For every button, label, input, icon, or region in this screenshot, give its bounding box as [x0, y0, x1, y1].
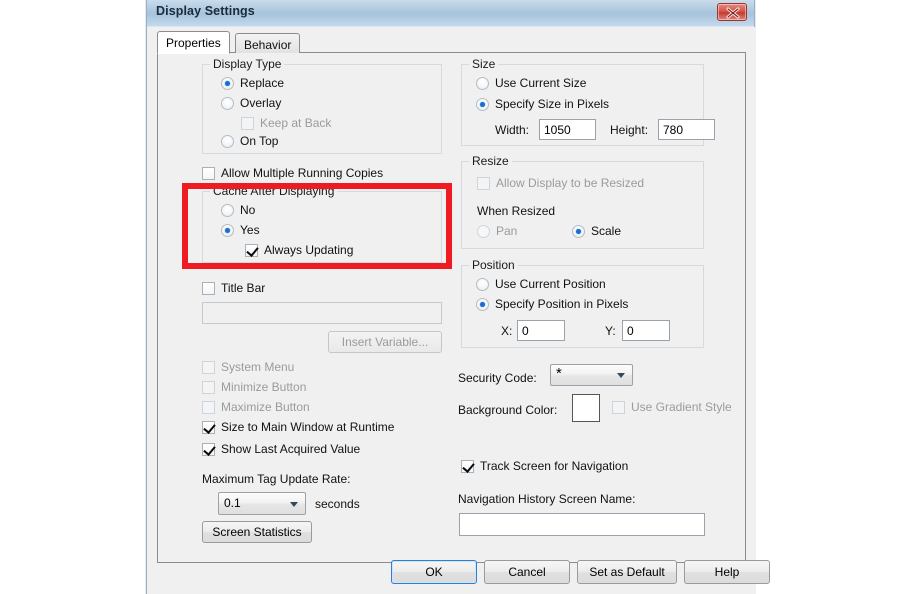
tab-properties[interactable]: Properties [157, 31, 230, 54]
close-icon[interactable] [717, 3, 747, 21]
label-security-code: Security Code: [458, 371, 537, 385]
y-input[interactable]: 0 [622, 320, 670, 341]
label-specify-size-in-pixels: Specify Size in Pixels [495, 97, 610, 111]
label-title-bar: Title Bar [221, 281, 266, 295]
label-allow-display-to-be-resized: Allow Display to be Resized [496, 176, 645, 190]
radio-replace[interactable] [221, 77, 234, 90]
label-allow-multiple-running-copies: Allow Multiple Running Copies [221, 166, 384, 180]
label-width: Width: [495, 123, 530, 137]
label-cache-no: No [240, 203, 256, 217]
checkbox-track-screen-for-navigation[interactable] [461, 460, 474, 473]
height-input[interactable]: 780 [658, 119, 715, 140]
ok-button[interactable]: OK [391, 560, 477, 584]
display-settings-dialog: Display Settings Properties Behavior Dis… [146, 0, 770, 594]
cache-after-displaying-legend: Cache After Displaying [210, 184, 338, 198]
navigation-history-screen-name-input[interactable] [459, 513, 705, 536]
radio-on-top[interactable] [221, 135, 234, 148]
label-background-color: Background Color: [458, 403, 558, 417]
label-max-tag-update-rate: Maximum Tag Update Rate: [202, 472, 351, 486]
checkbox-show-last-acquired-value[interactable] [202, 443, 215, 456]
radio-specify-position-in-pixels[interactable] [476, 298, 489, 311]
size-legend: Size [469, 57, 499, 71]
checkbox-minimize-button[interactable] [202, 381, 215, 394]
radio-specify-size-in-pixels[interactable] [476, 98, 489, 111]
label-x: X: [501, 324, 513, 338]
tabstrip: Properties Behavior [157, 31, 746, 54]
radio-cache-yes[interactable] [221, 224, 234, 237]
label-track-screen-for-navigation: Track Screen for Navigation [480, 459, 629, 473]
close-x-glyph [726, 7, 740, 19]
chevron-down-icon [617, 373, 625, 378]
label-system-menu: System Menu [221, 360, 295, 374]
screen-statistics-button[interactable]: Screen Statistics [202, 521, 312, 543]
position-legend: Position [469, 258, 518, 272]
display-type-group: Display Type Replace Overlay Keep at Bac… [202, 57, 442, 154]
display-type-legend: Display Type [210, 57, 285, 71]
checkbox-title-bar[interactable] [202, 282, 215, 295]
label-maximize-button: Maximize Button [221, 400, 310, 414]
label-specify-position-in-pixels: Specify Position in Pixels [495, 297, 629, 311]
dialog-body: Properties Behavior Display Type Replace… [147, 27, 770, 594]
checkbox-system-menu[interactable] [202, 361, 215, 374]
label-when-resized: When Resized [477, 204, 556, 218]
radio-use-current-position[interactable] [476, 278, 489, 291]
label-replace: Replace [240, 76, 285, 90]
security-code-combo[interactable]: * [550, 364, 633, 386]
checkbox-keep-at-back[interactable] [241, 117, 254, 130]
radio-scale[interactable] [572, 225, 585, 238]
tab-behavior[interactable]: Behavior [235, 33, 301, 53]
label-minimize-button: Minimize Button [221, 380, 307, 394]
resize-group: Resize Allow Display to be Resized When … [461, 154, 704, 249]
security-code-value: * [556, 365, 562, 382]
background-color-swatch[interactable] [572, 394, 600, 422]
dialog-titlebar: Display Settings [147, 0, 754, 27]
label-y: Y: [605, 324, 616, 338]
label-cache-yes: Yes [240, 223, 260, 237]
label-pan: Pan [496, 224, 518, 238]
checkbox-maximize-button[interactable] [202, 401, 215, 414]
checkbox-allow-multiple-running-copies[interactable] [202, 167, 215, 180]
label-navigation-history-screen-name: Navigation History Screen Name: [458, 492, 636, 506]
position-group: Position Use Current Position Specify Po… [461, 258, 704, 348]
size-group: Size Use Current Size Specify Size in Pi… [461, 57, 715, 146]
label-scale: Scale [591, 224, 622, 238]
set-as-default-button[interactable]: Set as Default [577, 560, 677, 584]
label-seconds: seconds [315, 497, 360, 511]
checkbox-allow-display-to-be-resized[interactable] [477, 177, 490, 190]
max-tag-update-rate-value: 0.1 [224, 496, 241, 510]
chevron-down-icon [290, 502, 298, 507]
title-bar-text-input[interactable] [202, 302, 442, 324]
cancel-button[interactable]: Cancel [484, 560, 570, 584]
screenshot-root: Display Settings Properties Behavior Dis… [0, 0, 900, 594]
insert-variable-button[interactable]: Insert Variable... [328, 331, 442, 353]
properties-tab-panel: Display Type Replace Overlay Keep at Bac… [157, 52, 746, 563]
label-use-current-size: Use Current Size [495, 76, 587, 90]
dialog-footer: OK Cancel Set as Default Help [147, 554, 770, 594]
max-tag-update-rate-combo[interactable]: 0.1 [218, 492, 306, 515]
checkbox-size-to-main-window[interactable] [202, 421, 215, 434]
label-size-to-main-window: Size to Main Window at Runtime [221, 420, 395, 434]
label-show-last-acquired-value: Show Last Acquired Value [221, 442, 361, 456]
radio-cache-no[interactable] [221, 204, 234, 217]
resize-legend: Resize [469, 154, 512, 168]
x-input[interactable]: 0 [517, 320, 565, 341]
label-use-current-position: Use Current Position [495, 277, 606, 291]
label-on-top: On Top [240, 134, 279, 148]
checkbox-use-gradient-style[interactable] [612, 401, 625, 414]
label-keep-at-back: Keep at Back [260, 116, 332, 130]
cache-after-displaying-group: Cache After Displaying No Yes Always Upd… [202, 184, 442, 263]
help-button[interactable]: Help [684, 560, 770, 584]
radio-pan[interactable] [477, 225, 490, 238]
dialog-title: Display Settings [156, 4, 255, 18]
checkbox-always-updating[interactable] [245, 244, 258, 257]
label-height: Height: [610, 123, 649, 137]
radio-overlay[interactable] [221, 97, 234, 110]
label-use-gradient-style: Use Gradient Style [631, 400, 732, 414]
label-overlay: Overlay [240, 96, 282, 110]
width-input[interactable]: 1050 [539, 119, 596, 140]
label-always-updating: Always Updating [264, 243, 354, 257]
radio-use-current-size[interactable] [476, 77, 489, 90]
